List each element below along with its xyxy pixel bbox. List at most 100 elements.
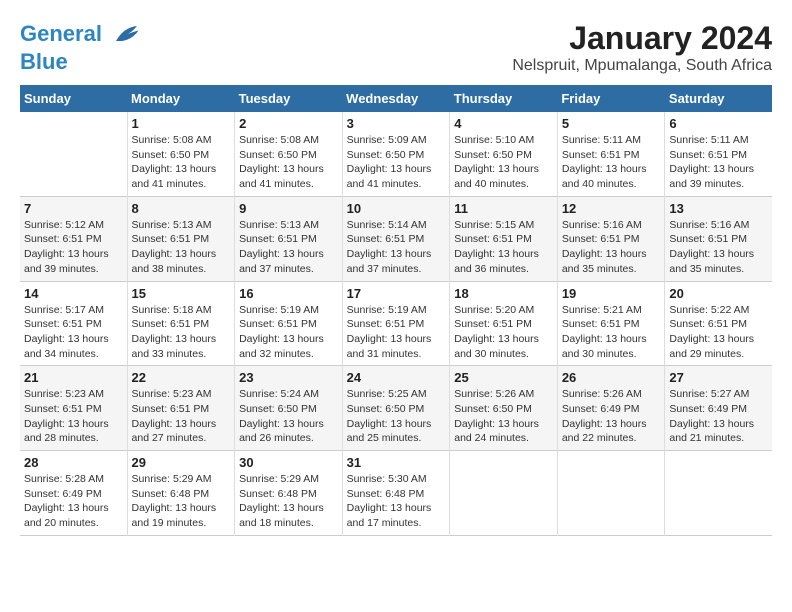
calendar-cell: 20 Sunrise: 5:22 AM Sunset: 6:51 PM Dayli…	[665, 281, 772, 366]
day-info: Sunrise: 5:22 AM Sunset: 6:51 PM Dayligh…	[669, 303, 768, 362]
day-number: 28	[24, 455, 123, 470]
weekday-header: Wednesday	[342, 85, 450, 112]
calendar-week-row: 28Sunrise: 5:28 AM Sunset: 6:49 PM Dayli…	[20, 451, 772, 536]
day-info: Sunrise: 5:12 AM Sunset: 6:51 PM Dayligh…	[24, 218, 123, 277]
day-info: Sunrise: 5:13 AM Sunset: 6:51 PM Dayligh…	[239, 218, 338, 277]
calendar-cell: 19 Sunrise: 5:21 AM Sunset: 6:51 PM Dayli…	[557, 281, 665, 366]
calendar-cell: 22 Sunrise: 5:23 AM Sunset: 6:51 PM Dayli…	[127, 366, 235, 451]
weekday-header: Saturday	[665, 85, 772, 112]
day-info: Sunrise: 5:09 AM Sunset: 6:50 PM Dayligh…	[347, 133, 446, 192]
day-number: 9	[239, 201, 338, 216]
day-info: Sunrise: 5:11 AM Sunset: 6:51 PM Dayligh…	[669, 133, 768, 192]
day-number: 13	[669, 201, 768, 216]
day-number: 26	[562, 370, 661, 385]
calendar-cell: 31Sunrise: 5:30 AM Sunset: 6:48 PM Dayli…	[342, 451, 450, 536]
day-info: Sunrise: 5:14 AM Sunset: 6:51 PM Dayligh…	[347, 218, 446, 277]
day-info: Sunrise: 5:29 AM Sunset: 6:48 PM Dayligh…	[239, 472, 338, 531]
calendar-cell: 1 Sunrise: 5:08 AM Sunset: 6:50 PM Daylig…	[127, 112, 235, 196]
day-info: Sunrise: 5:16 AM Sunset: 6:51 PM Dayligh…	[669, 218, 768, 277]
calendar-cell: 7Sunrise: 5:12 AM Sunset: 6:51 PM Daylig…	[20, 196, 127, 281]
calendar-cell	[665, 451, 772, 536]
logo: General Blue	[20, 20, 140, 74]
weekday-header: Thursday	[450, 85, 558, 112]
day-number: 27	[669, 370, 768, 385]
day-number: 25	[454, 370, 553, 385]
day-info: Sunrise: 5:26 AM Sunset: 6:50 PM Dayligh…	[454, 387, 553, 446]
day-info: Sunrise: 5:24 AM Sunset: 6:50 PM Dayligh…	[239, 387, 338, 446]
calendar-cell: 4 Sunrise: 5:10 AM Sunset: 6:50 PM Daylig…	[450, 112, 558, 196]
calendar-cell: 8 Sunrise: 5:13 AM Sunset: 6:51 PM Daylig…	[127, 196, 235, 281]
calendar-cell: 30 Sunrise: 5:29 AM Sunset: 6:48 PM Dayli…	[235, 451, 343, 536]
day-info: Sunrise: 5:19 AM Sunset: 6:51 PM Dayligh…	[239, 303, 338, 362]
day-info: Sunrise: 5:23 AM Sunset: 6:51 PM Dayligh…	[132, 387, 231, 446]
day-number: 1	[132, 116, 231, 131]
calendar-cell: 26 Sunrise: 5:26 AM Sunset: 6:49 PM Dayli…	[557, 366, 665, 451]
calendar-cell: 3 Sunrise: 5:09 AM Sunset: 6:50 PM Daylig…	[342, 112, 450, 196]
calendar-cell: 16 Sunrise: 5:19 AM Sunset: 6:51 PM Dayli…	[235, 281, 343, 366]
calendar-cell: 6 Sunrise: 5:11 AM Sunset: 6:51 PM Daylig…	[665, 112, 772, 196]
calendar-week-row: 14Sunrise: 5:17 AM Sunset: 6:51 PM Dayli…	[20, 281, 772, 366]
calendar-cell: 27Sunrise: 5:27 AM Sunset: 6:49 PM Dayli…	[665, 366, 772, 451]
day-number: 24	[347, 370, 446, 385]
day-number: 3	[347, 116, 446, 131]
calendar-cell	[450, 451, 558, 536]
day-number: 2	[239, 116, 338, 131]
day-info: Sunrise: 5:21 AM Sunset: 6:51 PM Dayligh…	[562, 303, 661, 362]
weekday-header: Tuesday	[235, 85, 343, 112]
day-number: 15	[132, 286, 231, 301]
day-number: 4	[454, 116, 553, 131]
calendar-cell: 9 Sunrise: 5:13 AM Sunset: 6:51 PM Daylig…	[235, 196, 343, 281]
day-number: 29	[132, 455, 231, 470]
calendar-cell: 28Sunrise: 5:28 AM Sunset: 6:49 PM Dayli…	[20, 451, 127, 536]
weekday-header-row: SundayMondayTuesdayWednesdayThursdayFrid…	[20, 85, 772, 112]
calendar-cell: 15 Sunrise: 5:18 AM Sunset: 6:51 PM Dayli…	[127, 281, 235, 366]
day-number: 21	[24, 370, 123, 385]
calendar-cell: 2 Sunrise: 5:08 AM Sunset: 6:50 PM Daylig…	[235, 112, 343, 196]
day-info: Sunrise: 5:23 AM Sunset: 6:51 PM Dayligh…	[24, 387, 123, 446]
day-number: 22	[132, 370, 231, 385]
calendar-cell	[557, 451, 665, 536]
calendar-cell: 25 Sunrise: 5:26 AM Sunset: 6:50 PM Dayli…	[450, 366, 558, 451]
day-info: Sunrise: 5:18 AM Sunset: 6:51 PM Dayligh…	[132, 303, 231, 362]
calendar-cell: 10 Sunrise: 5:14 AM Sunset: 6:51 PM Dayli…	[342, 196, 450, 281]
calendar-cell	[20, 112, 127, 196]
calendar-week-row: 7Sunrise: 5:12 AM Sunset: 6:51 PM Daylig…	[20, 196, 772, 281]
page-header: General Blue January 2024 Nelspruit, Mpu…	[20, 20, 772, 75]
day-info: Sunrise: 5:08 AM Sunset: 6:50 PM Dayligh…	[132, 133, 231, 192]
weekday-header: Friday	[557, 85, 665, 112]
calendar-cell: 21 Sunrise: 5:23 AM Sunset: 6:51 PM Dayli…	[20, 366, 127, 451]
day-info: Sunrise: 5:15 AM Sunset: 6:51 PM Dayligh…	[454, 218, 553, 277]
calendar-cell: 14Sunrise: 5:17 AM Sunset: 6:51 PM Dayli…	[20, 281, 127, 366]
day-info: Sunrise: 5:10 AM Sunset: 6:50 PM Dayligh…	[454, 133, 553, 192]
calendar-title: January 2024	[512, 20, 772, 57]
day-number: 8	[132, 201, 231, 216]
day-number: 10	[347, 201, 446, 216]
day-number: 16	[239, 286, 338, 301]
day-number: 18	[454, 286, 553, 301]
calendar-cell: 11Sunrise: 5:15 AM Sunset: 6:51 PM Dayli…	[450, 196, 558, 281]
day-info: Sunrise: 5:19 AM Sunset: 6:51 PM Dayligh…	[347, 303, 446, 362]
day-number: 30	[239, 455, 338, 470]
day-number: 6	[669, 116, 768, 131]
day-info: Sunrise: 5:26 AM Sunset: 6:49 PM Dayligh…	[562, 387, 661, 446]
calendar-week-row: 1 Sunrise: 5:08 AM Sunset: 6:50 PM Daylig…	[20, 112, 772, 196]
day-number: 20	[669, 286, 768, 301]
day-info: Sunrise: 5:29 AM Sunset: 6:48 PM Dayligh…	[132, 472, 231, 531]
weekday-header: Monday	[127, 85, 235, 112]
calendar-week-row: 21 Sunrise: 5:23 AM Sunset: 6:51 PM Dayli…	[20, 366, 772, 451]
calendar-cell: 13 Sunrise: 5:16 AM Sunset: 6:51 PM Dayli…	[665, 196, 772, 281]
calendar-cell: 5Sunrise: 5:11 AM Sunset: 6:51 PM Daylig…	[557, 112, 665, 196]
day-info: Sunrise: 5:17 AM Sunset: 6:51 PM Dayligh…	[24, 303, 123, 362]
logo-text: General Blue	[20, 20, 140, 74]
day-info: Sunrise: 5:13 AM Sunset: 6:51 PM Dayligh…	[132, 218, 231, 277]
day-number: 17	[347, 286, 446, 301]
calendar-cell: 24Sunrise: 5:25 AM Sunset: 6:50 PM Dayli…	[342, 366, 450, 451]
day-number: 19	[562, 286, 661, 301]
calendar-cell: 23 Sunrise: 5:24 AM Sunset: 6:50 PM Dayli…	[235, 366, 343, 451]
day-number: 23	[239, 370, 338, 385]
day-info: Sunrise: 5:16 AM Sunset: 6:51 PM Dayligh…	[562, 218, 661, 277]
weekday-header: Sunday	[20, 85, 127, 112]
day-info: Sunrise: 5:08 AM Sunset: 6:50 PM Dayligh…	[239, 133, 338, 192]
calendar-table: SundayMondayTuesdayWednesdayThursdayFrid…	[20, 85, 772, 536]
day-info: Sunrise: 5:11 AM Sunset: 6:51 PM Dayligh…	[562, 133, 661, 192]
